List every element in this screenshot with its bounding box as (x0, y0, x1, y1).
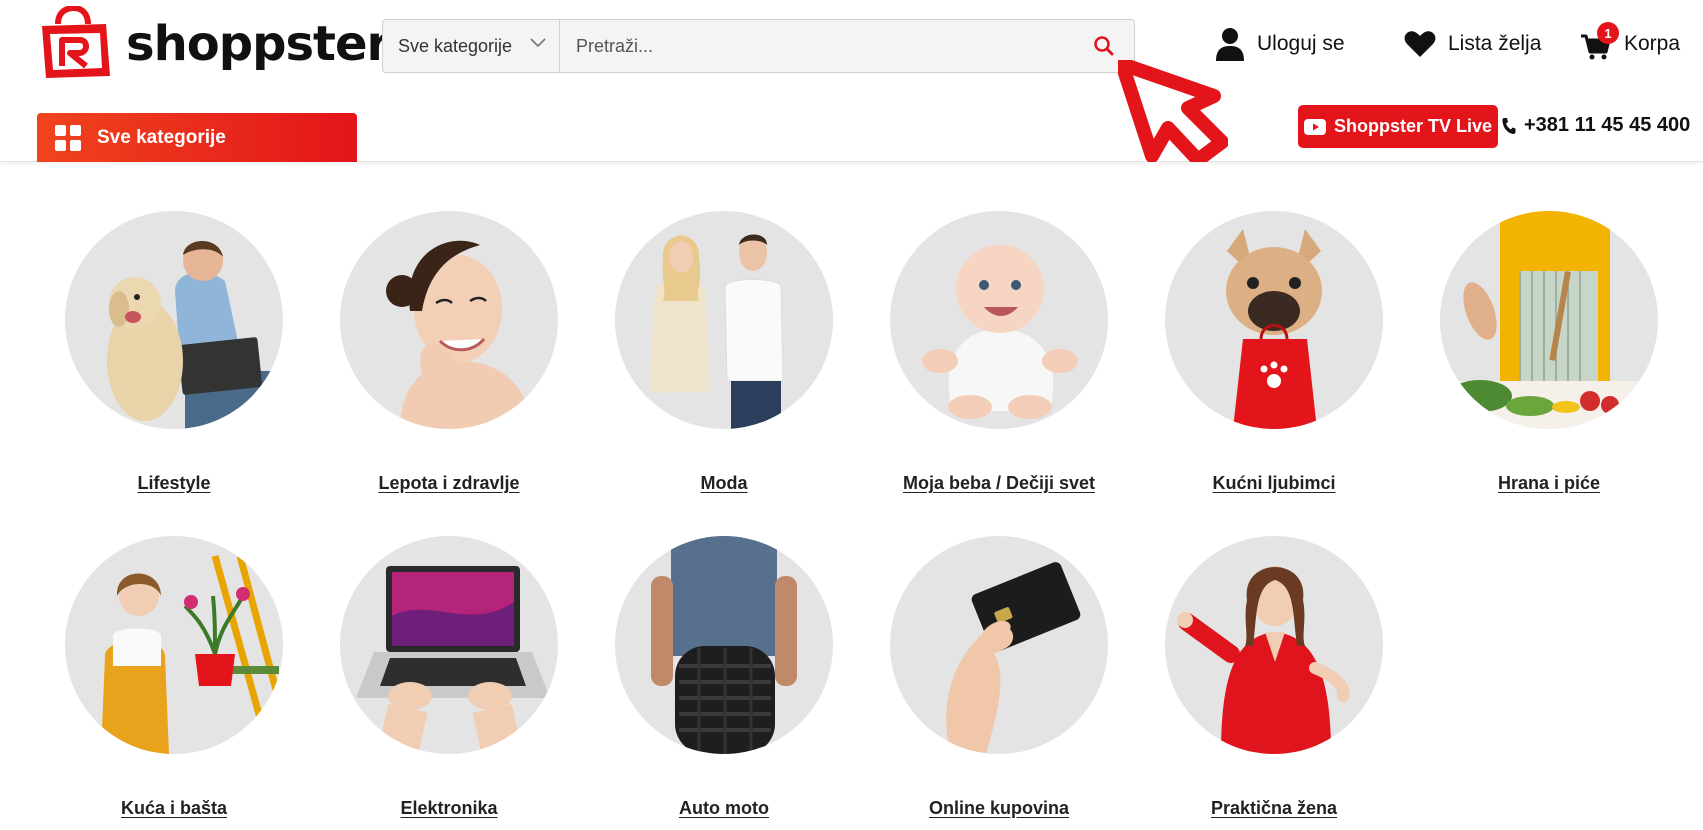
category-moda[interactable]: Moda (604, 211, 844, 494)
category-label: Online kupovina (928, 798, 1070, 818)
fashion-couple-image (615, 211, 833, 429)
search-icon (1094, 36, 1114, 56)
wishlist-link[interactable]: Lista želja (1404, 24, 1541, 64)
smiling-woman-image (340, 211, 558, 429)
cursor-arrow-decoration-icon (1118, 60, 1228, 162)
credit-card-image (890, 536, 1108, 754)
shopping-bag-logo-icon (42, 6, 110, 78)
laptop-image (340, 536, 558, 754)
category-elektronika[interactable]: Elektronika (329, 536, 569, 819)
man-with-dog-image (65, 211, 283, 429)
phone-contact[interactable]: +381 11 45 45 400 (1502, 114, 1690, 137)
woman-in-red-image (1165, 536, 1383, 754)
category-label: Moda (700, 473, 748, 493)
category-label: Elektronika (400, 798, 498, 818)
site-header: shoppster Sve kategorije Uloguj se Lista… (0, 0, 1703, 162)
phone-number: +381 11 45 45 400 (1524, 114, 1691, 136)
phone-icon (1502, 117, 1516, 134)
category-label: Praktična žena (1210, 798, 1338, 818)
dog-with-bag-image (1165, 211, 1383, 429)
search-bar: Sve kategorije (382, 19, 1135, 73)
category-lepota-i-zdravlje[interactable]: Lepota i zdravlje (329, 211, 569, 494)
search-input[interactable] (560, 20, 1074, 72)
tire-image (615, 536, 833, 754)
user-icon (1216, 28, 1244, 61)
category-online-kupovina[interactable]: Online kupovina (879, 536, 1119, 819)
tv-live-label: Shoppster TV Live (1333, 116, 1493, 136)
wishlist-label: Lista želja (1448, 32, 1542, 55)
category-label: Moja beba / Dečiji svet (902, 473, 1096, 493)
category-hrana-i-pice[interactable]: Hrana i piće (1429, 211, 1669, 494)
category-auto-moto[interactable]: Auto moto (604, 536, 844, 819)
search-category-label: Sve kategorije (398, 35, 513, 56)
all-categories-label: Sve kategorije (97, 126, 226, 148)
category-lifestyle[interactable]: Lifestyle (54, 211, 294, 494)
cart-count-badge: 1 (1597, 22, 1619, 44)
category-label: Auto moto (679, 798, 769, 818)
login-label: Uloguj se (1257, 32, 1345, 55)
cart-label: Korpa (1624, 32, 1681, 55)
heart-icon (1404, 31, 1436, 57)
shoppster-tv-live-button[interactable]: Shoppster TV Live (1298, 105, 1498, 148)
category-moja-beba[interactable]: Moja beba / Dečiji svet (879, 211, 1119, 494)
baby-image (890, 211, 1108, 429)
category-label: Lifestyle (137, 473, 211, 493)
chevron-down-icon (530, 38, 546, 48)
all-categories-button[interactable]: Sve kategorije (37, 113, 357, 162)
category-prakticna-zena[interactable]: Praktična žena (1154, 536, 1394, 819)
logo-wordmark: shoppster (126, 16, 390, 72)
grid-icon (55, 124, 81, 151)
category-kucni-ljubimci[interactable]: Kućni ljubimci (1154, 211, 1394, 494)
cart-link[interactable]: 1 Korpa (1580, 22, 1681, 64)
category-label: Hrana i piće (1497, 473, 1601, 493)
shoppster-logo[interactable]: shoppster (36, 6, 390, 82)
category-kuca-i-basta[interactable]: Kuća i bašta (54, 536, 294, 819)
category-label: Lepota i zdravlje (378, 473, 520, 493)
cooking-salad-image (1440, 211, 1658, 429)
category-label: Kuća i bašta (120, 798, 228, 818)
search-category-select[interactable]: Sve kategorije (383, 20, 560, 72)
category-label: Kućni ljubimci (1212, 473, 1336, 493)
login-link[interactable]: Uloguj se (1215, 24, 1345, 64)
youtube-play-icon (1303, 118, 1326, 135)
cart-icon-wrapper: 1 (1580, 22, 1619, 60)
woman-with-plant-image (65, 536, 283, 754)
